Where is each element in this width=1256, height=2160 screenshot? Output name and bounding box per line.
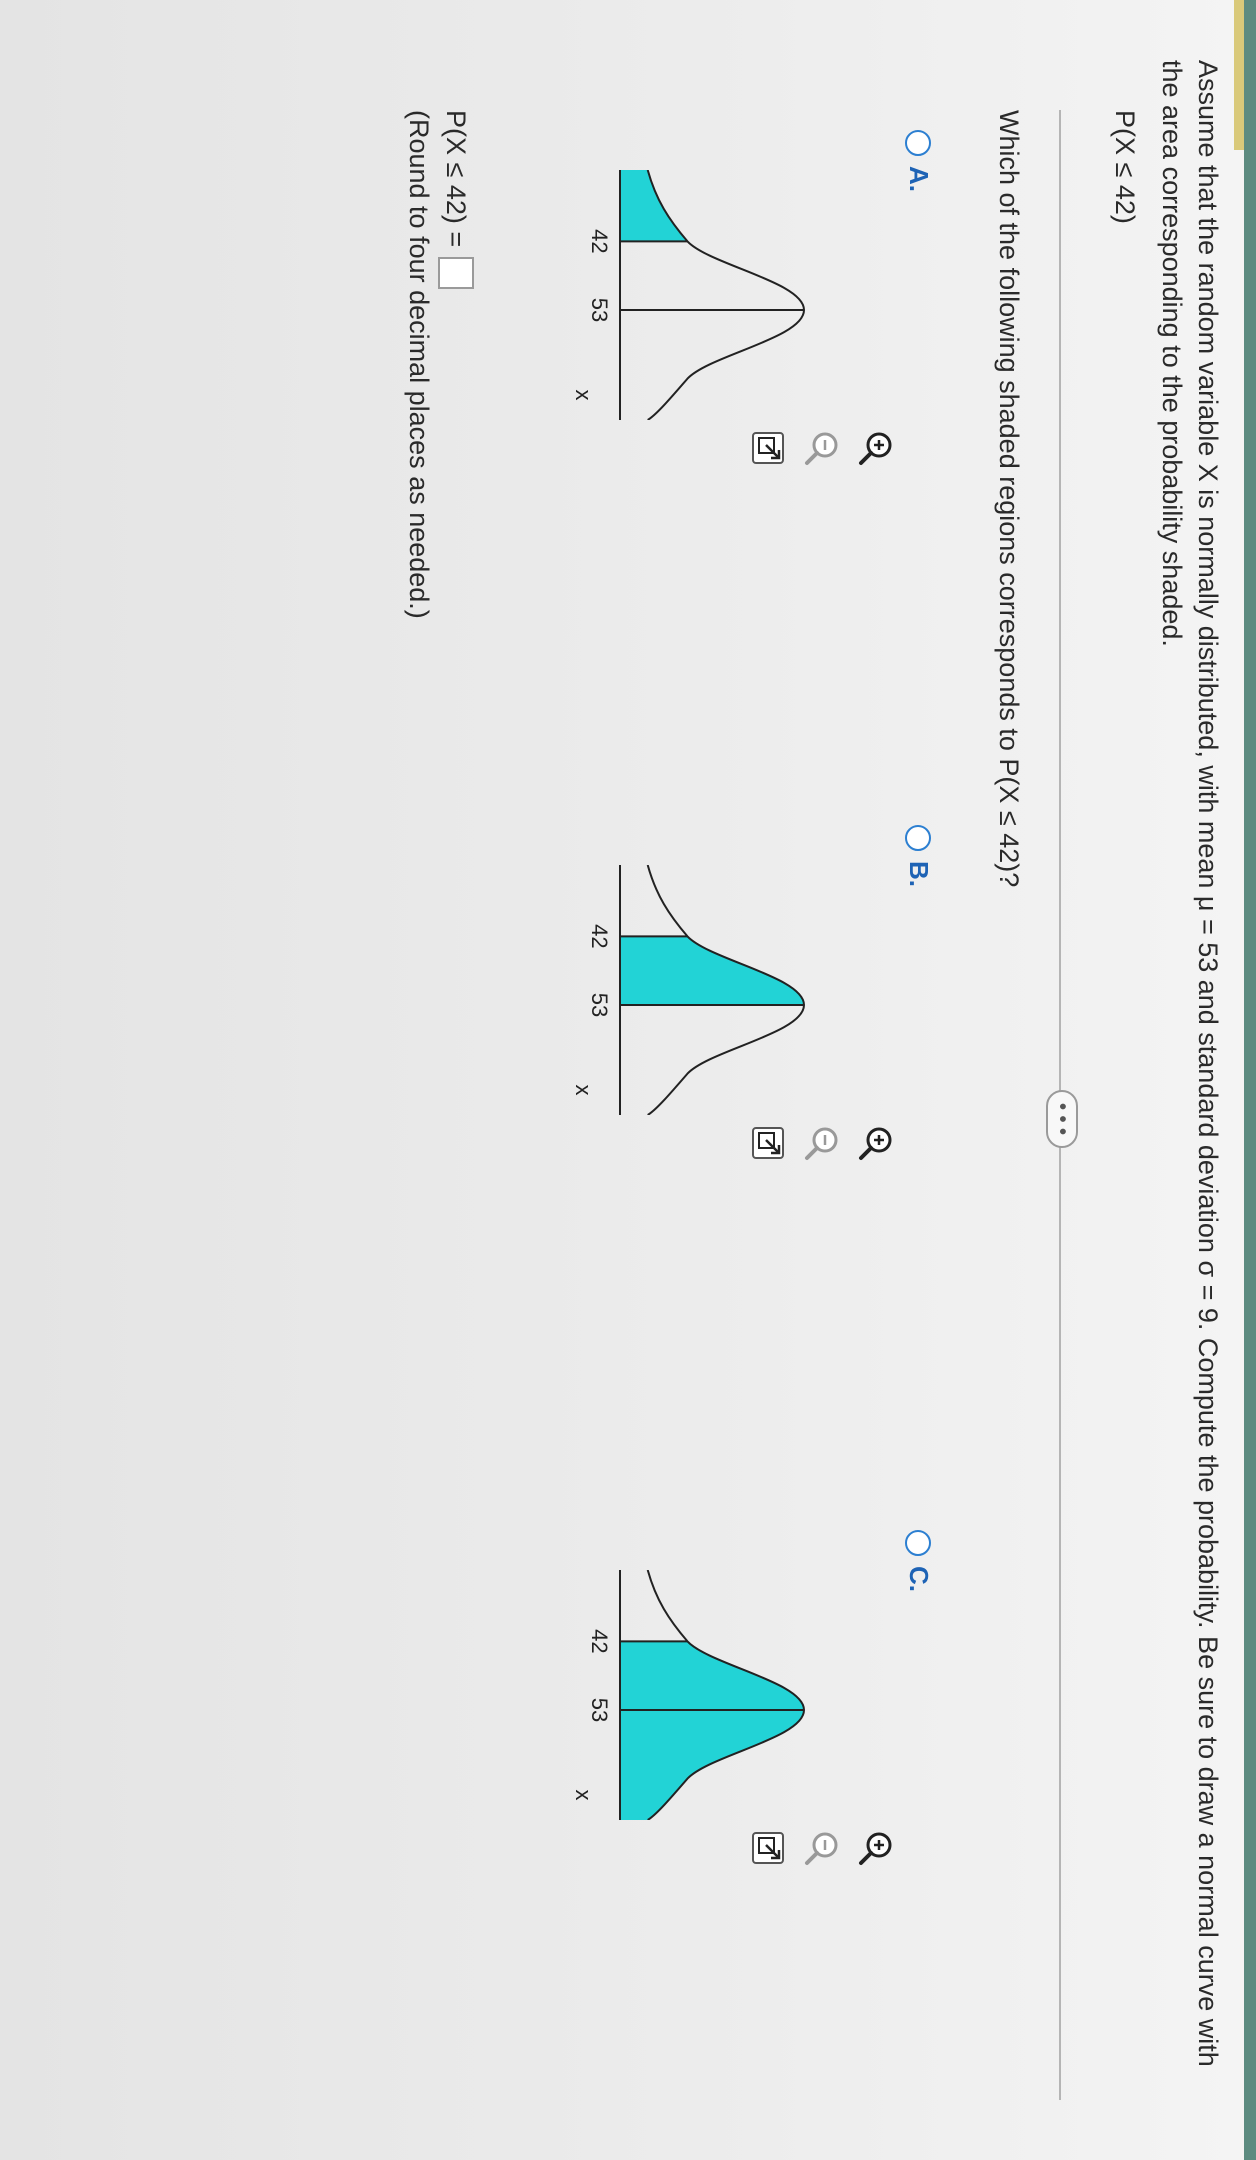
- option-a-radio[interactable]: [905, 130, 932, 156]
- popout-icon[interactable]: [750, 1830, 786, 1866]
- answer-label: P(X ≤ 42) =: [441, 110, 472, 248]
- answer-input[interactable]: [438, 257, 474, 290]
- top-bar: [1244, 0, 1256, 2160]
- option-a[interactable]: A. 42 53 x: [514, 130, 934, 550]
- tick-label-42: 42: [587, 924, 612, 948]
- tick-label-53: 53: [587, 1698, 612, 1722]
- zoom-in-icon[interactable]: [858, 1830, 894, 1866]
- option-b-shaded-region: [620, 936, 804, 1005]
- tick-label-53: 53: [587, 298, 612, 322]
- option-b-letter: B.: [904, 861, 934, 887]
- tick-label-53: 53: [587, 993, 612, 1017]
- option-b-radio[interactable]: [905, 825, 932, 851]
- popout-icon[interactable]: [750, 1125, 786, 1161]
- tick-label-42: 42: [587, 229, 612, 253]
- option-c-shaded-region: [620, 1641, 804, 1820]
- axis-label-x: x: [571, 1790, 596, 1801]
- sub-question: Which of the following shaded regions co…: [994, 110, 1024, 888]
- question-page: Assume that the random variable X is nor…: [0, 0, 1256, 2160]
- option-c-normal-curve: 42 53 x: [571, 1570, 806, 1820]
- option-c[interactable]: C. 42 53 x: [514, 1530, 934, 1950]
- option-a-shaded-region: [620, 170, 688, 242]
- expand-more-button[interactable]: • • •: [1046, 1090, 1078, 1148]
- probability-expression: P(X ≤ 42): [1110, 110, 1140, 224]
- axis-label-x: x: [571, 1085, 596, 1096]
- normal-curve-line: [646, 170, 806, 420]
- rounding-hint: (Round to four decimal places as needed.…: [404, 110, 434, 619]
- option-a-normal-curve: 42 53 x: [571, 170, 806, 420]
- zoom-in-icon[interactable]: [858, 1125, 894, 1161]
- zoom-out-icon[interactable]: [804, 1125, 840, 1161]
- popout-icon[interactable]: [750, 430, 786, 466]
- option-c-radio[interactable]: [905, 1530, 932, 1556]
- option-c-letter: C.: [904, 1566, 934, 1592]
- question-text: Assume that the random variable X is nor…: [1157, 60, 1223, 2067]
- zoom-out-icon[interactable]: [804, 430, 840, 466]
- header-accent: [1234, 0, 1244, 150]
- axis-label-x: x: [571, 390, 596, 401]
- zoom-in-icon[interactable]: [858, 430, 894, 466]
- answer-row: P(X ≤ 42) =: [438, 110, 474, 290]
- option-a-letter: A.: [904, 166, 934, 192]
- tick-label-42: 42: [587, 1629, 612, 1653]
- zoom-out-icon[interactable]: [804, 1830, 840, 1866]
- option-b-normal-curve: 42 53 x: [571, 865, 806, 1115]
- option-b[interactable]: B. 42 53 x: [514, 825, 934, 1245]
